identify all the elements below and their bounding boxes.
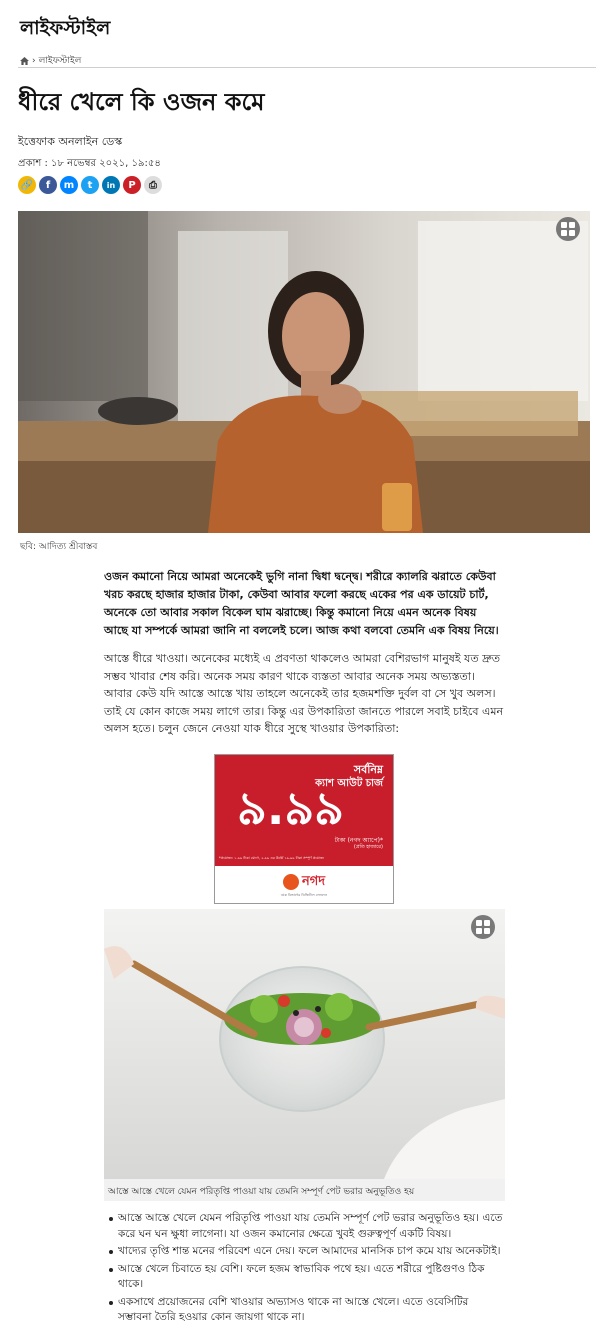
print-icon[interactable]: ⎙ <box>144 176 162 194</box>
breadcrumb: › লাইফস্টাইল <box>20 53 81 68</box>
ad-brand-area: নগদ ডাক বিভাগের ডিজিটাল লেনদেন <box>215 866 393 903</box>
link-icon[interactable]: 🔗 <box>18 176 36 194</box>
home-icon[interactable] <box>20 56 29 65</box>
ad-amount: ৯.৯৯ <box>237 781 345 835</box>
breadcrumb-current[interactable]: লাইফস্টাইল <box>39 53 82 68</box>
benefits-list: আস্তে আস্তে খেলে যেমন পরিতৃপ্তি পাওয়া য… <box>104 1211 504 1328</box>
gallery-icon[interactable] <box>556 217 580 241</box>
hero-image <box>18 211 590 533</box>
ad-brand: নগদ <box>301 873 326 889</box>
list-item: খাদ্যের তৃপ্তি শান্ত মনের পরিবেশ এনে দেয… <box>104 1244 504 1260</box>
salad-caption: আস্তে আস্তে খেলে যেমন পরিতৃপ্তি পাওয়া য… <box>104 1179 505 1201</box>
list-item: আস্তে আস্তে খেলে যেমন পরিতৃপ্তি পাওয়া য… <box>104 1211 504 1242</box>
twitter-icon[interactable]: t <box>81 176 99 194</box>
gallery-icon[interactable] <box>471 915 495 939</box>
publish-date: প্রকাশ : ১৮ নভেম্বর ২০২১, ১৯:৫৪ <box>18 158 161 169</box>
header-divider <box>18 67 596 68</box>
ad-fine-print: *প্রযোজ্য: ১.৯৯ টাকা যোগে, ২.৯৯ এর উর্ধ্… <box>219 856 324 860</box>
salad-image <box>104 909 505 1179</box>
messenger-icon[interactable]: m <box>60 176 78 194</box>
hero-caption: ছবি: আদিত্য শ্রীবাস্তব <box>20 542 98 552</box>
article-lead: ওজন কমানো নিয়ে আমরা অনেকেই ভুগি নানা দ্… <box>104 570 499 637</box>
section-title[interactable]: লাইফস্টাইল <box>20 14 110 46</box>
ad-per: (প্রতি হাজারে) <box>353 844 383 850</box>
list-item: আস্তে খেলে চিবাতে হয় বেশি। ফলে হজম স্বা… <box>104 1262 504 1293</box>
ad-brand-sub: ডাক বিভাগের ডিজিটাল লেনদেন <box>280 892 328 897</box>
share-bar: 🔗 f m t in P ⎙ <box>18 176 162 194</box>
advertisement-banner[interactable]: সর্বনিম্ন ক্যাশ আউট চার্জ ৯.৯৯ টাকা (নগদ… <box>214 754 394 904</box>
linkedin-icon[interactable]: in <box>102 176 120 194</box>
facebook-icon[interactable]: f <box>39 176 57 194</box>
breadcrumb-separator: › <box>32 55 36 66</box>
list-item: একসাথে প্রয়োজনের বেশি খাওয়ার অভ্যাসও থ… <box>104 1295 504 1326</box>
pinterest-icon[interactable]: P <box>123 176 141 194</box>
article-headline: ধীরে খেলে কি ওজন কমে <box>18 87 265 116</box>
article-author[interactable]: ইত্তেফাক অনলাইন ডেস্ক <box>18 133 122 152</box>
ad-red-panel: সর্বনিম্ন ক্যাশ আউট চার্জ ৯.৯৯ টাকা (নগদ… <box>215 755 393 866</box>
nagad-logo-icon <box>282 874 299 890</box>
article-paragraph: আস্তে ধীরে খাওয়া। অনেকের মধ্যেই এ প্রবণ… <box>104 652 504 735</box>
